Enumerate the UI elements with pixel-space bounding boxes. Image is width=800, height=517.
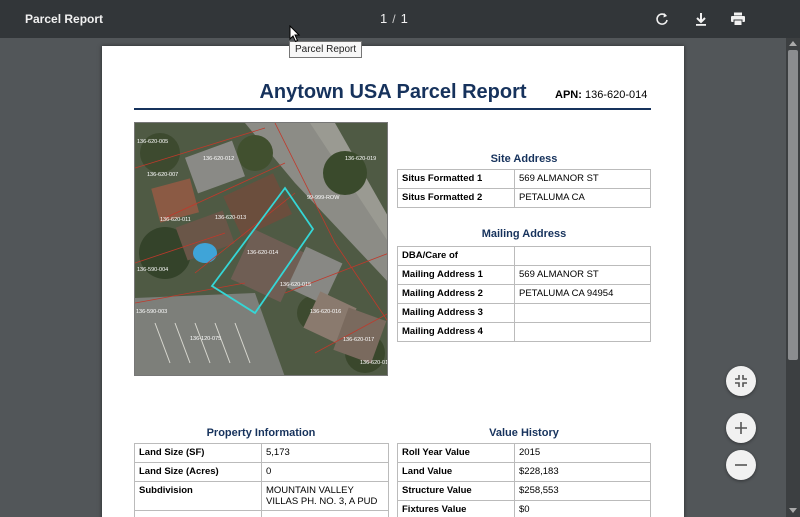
map-label: 136-590-003 [136, 309, 167, 315]
map-label: 136-620-018 [360, 360, 388, 366]
field-value: 569 ALMANOR ST [514, 265, 651, 285]
field-label: Subdivision [134, 481, 262, 511]
field-value: 0 [261, 462, 389, 482]
pdf-page: Anytown USA Parcel Report APN: 136-620-0… [102, 46, 684, 517]
apn-label: APN: 136-620-014 [555, 89, 647, 101]
field-value [514, 246, 651, 266]
field-label: Mailing Address 1 [397, 265, 515, 285]
table-row: Mailing Address 3 [397, 303, 651, 323]
page-current[interactable]: 1 [380, 11, 387, 26]
field-label: Roll Year Value [397, 443, 515, 463]
field-value: 2015 [514, 443, 651, 463]
table-row: DBA/Care of [397, 246, 651, 266]
table-row: Land Value $228,183 [397, 462, 651, 482]
mailing-address-title: Mailing Address [481, 228, 567, 240]
print-icon [731, 12, 745, 26]
map-label: 136-620-015 [280, 282, 311, 288]
apn-label-text: APN: [555, 89, 582, 101]
property-info-table: Land Size (SF) 5,173 Land Size (Acres) 0 S… [134, 443, 389, 517]
field-label: Situs Formatted 1 [397, 169, 515, 189]
map-label: 136-590-004 [137, 267, 168, 273]
table-row: Mailing Address 1 569 ALMANOR ST [397, 265, 651, 285]
fit-page-button[interactable] [726, 366, 756, 396]
map-label: 136-620-019 [345, 156, 376, 162]
site-address-title: Site Address [490, 153, 558, 165]
field-value: 569 ALMANOR ST [514, 169, 651, 189]
mouse-cursor-icon [289, 25, 301, 43]
field-label: Land Size (Acres) [134, 462, 262, 482]
mailing-address-table: DBA/Care of Mailing Address 1 569 ALMANOR… [397, 246, 651, 342]
map-label: 136-620-012 [203, 156, 234, 162]
apn-value: 136-620-014 [584, 89, 648, 101]
field-value: $0 [514, 500, 651, 517]
table-row: Land Size (SF) 5,173 [134, 443, 389, 463]
field-value: PETALUMA CA [514, 188, 651, 208]
document-title: Parcel Report [25, 12, 104, 26]
zoom-out-button[interactable] [726, 450, 756, 480]
page-separator: / [392, 12, 396, 26]
site-address-table: Situs Formatted 1 569 ALMANOR ST Situs Fo… [397, 169, 651, 208]
value-history-table: Roll Year Value 2015 Land Value $228,183 S… [397, 443, 651, 517]
field-value: MOUNTAIN VALLEY VILLAS PH. NO. 3, A PUD [261, 481, 389, 511]
map-label: 136-620-007 [147, 172, 178, 178]
field-value: PETALUMA CA 94954 [514, 284, 651, 304]
field-value [514, 303, 651, 323]
rotate-button[interactable] [651, 8, 673, 30]
table-row: Fixtures Value $0 [397, 500, 651, 517]
scroll-thumb[interactable] [788, 50, 798, 360]
page-total: 1 [400, 11, 408, 26]
field-value: $228,183 [514, 462, 651, 482]
zoom-in-button[interactable] [726, 413, 756, 443]
field-label [134, 510, 262, 517]
tooltip: Parcel Report [289, 41, 363, 58]
table-row: Land Size (Acres) 0 [134, 462, 389, 482]
parcel-aerial-map: 136-620-005 136-620-012 136-620-019 136-… [134, 122, 388, 376]
map-label: 136-120-075 [190, 336, 221, 342]
viewer-toolbar: Parcel Report 1 / 1 [0, 0, 800, 38]
fit-page-icon [735, 375, 747, 387]
download-icon [696, 13, 706, 26]
vertical-scrollbar[interactable] [786, 38, 800, 517]
field-value: $258,553 [514, 481, 651, 501]
table-row: Mailing Address 2 PETALUMA CA 94954 [397, 284, 651, 304]
map-label: 99-999-ROW [307, 195, 340, 201]
field-label: Situs Formatted 2 [397, 188, 515, 208]
table-row [134, 510, 389, 517]
table-row: Structure Value $258,553 [397, 481, 651, 501]
rotate-icon [656, 13, 668, 25]
page-indicator: 1 / 1 [380, 11, 408, 26]
value-history-title: Value History [489, 427, 559, 439]
field-label: Land Size (SF) [134, 443, 262, 463]
download-button[interactable] [690, 8, 712, 30]
field-value: 5,173 [261, 443, 389, 463]
map-label: 136-620-016 [310, 309, 341, 315]
print-button[interactable] [727, 8, 749, 30]
table-row: Mailing Address 4 [397, 322, 651, 342]
scroll-down-icon[interactable] [789, 508, 797, 513]
map-label: 136-620-011 [160, 217, 191, 223]
map-label: 136-620-017 [343, 337, 374, 343]
title-divider [134, 108, 651, 110]
field-label: Mailing Address 4 [397, 322, 515, 342]
field-value [261, 510, 389, 517]
map-label: 136-620-014 [247, 250, 278, 256]
field-label: Mailing Address 2 [397, 284, 515, 304]
table-row: Situs Formatted 2 PETALUMA CA [397, 188, 651, 208]
field-label: Fixtures Value [397, 500, 515, 517]
zoom-out-icon [735, 464, 747, 466]
map-label: 136-620-013 [215, 215, 246, 221]
map-label: 136-620-005 [137, 139, 168, 145]
table-row: Roll Year Value 2015 [397, 443, 651, 463]
field-label: Structure Value [397, 481, 515, 501]
field-value [514, 322, 651, 342]
field-label: DBA/Care of [397, 246, 515, 266]
table-row: Subdivision MOUNTAIN VALLEY VILLAS PH. NO… [134, 481, 389, 511]
table-row: Situs Formatted 1 569 ALMANOR ST [397, 169, 651, 189]
field-label: Land Value [397, 462, 515, 482]
property-info-title: Property Information [206, 427, 316, 439]
zoom-in-icon [735, 422, 747, 434]
scroll-up-icon[interactable] [789, 41, 797, 46]
field-label: Mailing Address 3 [397, 303, 515, 323]
